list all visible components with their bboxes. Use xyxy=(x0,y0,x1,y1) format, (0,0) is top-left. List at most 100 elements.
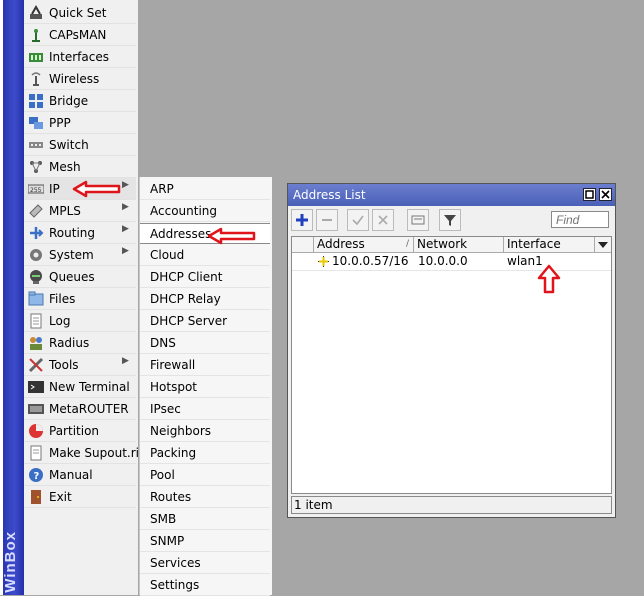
remove-button[interactable] xyxy=(316,209,338,231)
menu-item-files[interactable]: Files xyxy=(24,288,136,310)
submenu-item-services[interactable]: Services xyxy=(140,553,270,574)
submenu-item-packing[interactable]: Packing xyxy=(140,443,270,464)
table-row[interactable]: 10.0.0.57/16 10.0.0.0 wlan1 xyxy=(292,254,611,271)
menu-item-wireless[interactable]: Wireless xyxy=(24,68,136,90)
menu-item-make-supout[interactable]: Make Supout.rif xyxy=(24,442,143,464)
submenu-item-ipsec[interactable]: IPsec xyxy=(140,399,270,420)
submenu-arrow-icon: ▶ xyxy=(122,180,129,190)
menu-label: Partition xyxy=(49,423,100,438)
menu-item-mesh[interactable]: Mesh xyxy=(24,156,136,178)
column-header-address[interactable]: Address / xyxy=(314,237,414,253)
check-icon xyxy=(352,215,364,226)
partition-icon xyxy=(28,423,44,439)
submenu-item-arp[interactable]: ARP xyxy=(140,179,270,200)
menu-label: Tools xyxy=(49,357,79,372)
submenu-item-smb[interactable]: SMB xyxy=(140,509,270,530)
submenu-arrow-icon: ▶ xyxy=(122,224,129,234)
log-icon xyxy=(28,313,44,329)
menu-item-interfaces[interactable]: Interfaces xyxy=(24,46,136,68)
menu-label: Switch xyxy=(49,137,89,152)
submenu-item-routes[interactable]: Routes xyxy=(140,487,270,508)
maximize-icon xyxy=(585,190,594,199)
menu-label: Make Supout.rif xyxy=(49,445,144,460)
menu-label: Radius xyxy=(49,335,90,350)
menu-item-capsman[interactable]: CAPsMAN xyxy=(24,24,136,46)
filter-button[interactable] xyxy=(439,209,461,231)
cross-icon xyxy=(378,215,388,225)
menu-label: PPP xyxy=(49,115,71,130)
add-button[interactable] xyxy=(291,209,313,231)
menu-item-manual[interactable]: ? Manual xyxy=(24,464,136,486)
svg-text:255: 255 xyxy=(30,187,42,194)
submenu-item-dhcp-client[interactable]: DHCP Client xyxy=(140,267,270,288)
menu-item-system[interactable]: System ▶ xyxy=(24,244,136,266)
close-button[interactable] xyxy=(599,188,612,201)
left-edge xyxy=(0,0,3,595)
cell-address: 10.0.0.57/16 xyxy=(332,254,409,268)
menu-label: Mesh xyxy=(49,159,81,174)
submenu-item-settings[interactable]: Settings xyxy=(140,575,270,596)
menu-label: New Terminal xyxy=(49,379,130,394)
menu-label: Manual xyxy=(49,467,93,482)
submenu-item-accounting[interactable]: Accounting xyxy=(140,201,270,222)
submenu-item-dhcp-relay[interactable]: DHCP Relay xyxy=(140,289,270,310)
menu-label: Bridge xyxy=(49,93,89,108)
terminal-icon xyxy=(28,379,44,395)
menu-item-metarouter[interactable]: MetaROUTER xyxy=(24,398,136,420)
ip-icon: 255 xyxy=(27,181,45,197)
menu-item-radius[interactable]: Radius xyxy=(24,332,136,354)
menu-label: System xyxy=(49,247,94,262)
menu-item-partition[interactable]: Partition xyxy=(24,420,136,442)
interfaces-icon xyxy=(28,49,44,65)
ppp-icon xyxy=(28,115,44,131)
menu-item-new-terminal[interactable]: New Terminal xyxy=(24,376,136,398)
exit-icon xyxy=(28,489,44,505)
submenu-item-cloud[interactable]: Cloud xyxy=(140,245,270,266)
submenu-item-dns[interactable]: DNS xyxy=(140,333,270,354)
column-header-interface[interactable]: Interface xyxy=(504,237,595,253)
column-menu-button[interactable] xyxy=(595,237,611,253)
menu-label: IP xyxy=(49,181,60,196)
menu-label: Wireless xyxy=(49,71,100,86)
plus-icon xyxy=(296,214,308,226)
menu-label: Files xyxy=(49,291,76,306)
status-bar: 1 item xyxy=(291,496,612,514)
comment-icon xyxy=(411,215,425,225)
menu-item-switch[interactable]: Switch xyxy=(24,134,136,156)
submenu-item-dhcp-server[interactable]: DHCP Server xyxy=(140,311,270,332)
find-input[interactable] xyxy=(551,211,609,228)
enable-button[interactable] xyxy=(347,209,369,231)
menu-label: Log xyxy=(49,313,71,328)
menu-item-mpls[interactable]: MPLS ▶ xyxy=(24,200,136,222)
maximize-button[interactable] xyxy=(583,188,596,201)
menu-item-routing[interactable]: Routing ▶ xyxy=(24,222,136,244)
menu-item-log[interactable]: Log xyxy=(24,310,136,332)
submenu-item-firewall[interactable]: Firewall xyxy=(140,355,270,376)
menu-label: Routing xyxy=(49,225,96,240)
submenu-item-pool[interactable]: Pool xyxy=(140,465,270,486)
submenu-item-neighbors[interactable]: Neighbors xyxy=(140,421,270,442)
sidebar-title: WinBox xyxy=(2,531,19,593)
menu-item-exit[interactable]: Exit xyxy=(24,486,136,508)
radius-icon xyxy=(28,335,44,351)
menu-item-queues[interactable]: Queues xyxy=(24,266,136,288)
submenu-item-snmp[interactable]: SNMP xyxy=(140,531,270,552)
window-titlebar[interactable]: Address List xyxy=(288,184,615,206)
menu-item-tools[interactable]: Tools ▶ xyxy=(24,354,136,376)
wireless-icon xyxy=(28,71,44,87)
main-menu: Quick Set CAPsMAN Interfaces Wireless Br… xyxy=(24,0,143,595)
menu-label: Queues xyxy=(49,269,95,284)
comment-button[interactable] xyxy=(407,209,429,231)
menu-item-ppp[interactable]: PPP xyxy=(24,112,136,134)
submenu-item-hotspot[interactable]: Hotspot xyxy=(140,377,270,398)
supout-icon xyxy=(28,445,44,461)
tools-icon xyxy=(28,357,44,373)
manual-icon: ? xyxy=(28,467,44,483)
menu-item-bridge[interactable]: Bridge xyxy=(24,90,136,112)
system-icon xyxy=(28,247,44,263)
column-header-network[interactable]: Network xyxy=(414,237,504,253)
submenu-arrow-icon: ▶ xyxy=(122,202,129,212)
menu-label: MPLS xyxy=(49,203,81,218)
menu-item-quick-set[interactable]: Quick Set xyxy=(24,2,136,24)
disable-button[interactable] xyxy=(372,209,394,231)
